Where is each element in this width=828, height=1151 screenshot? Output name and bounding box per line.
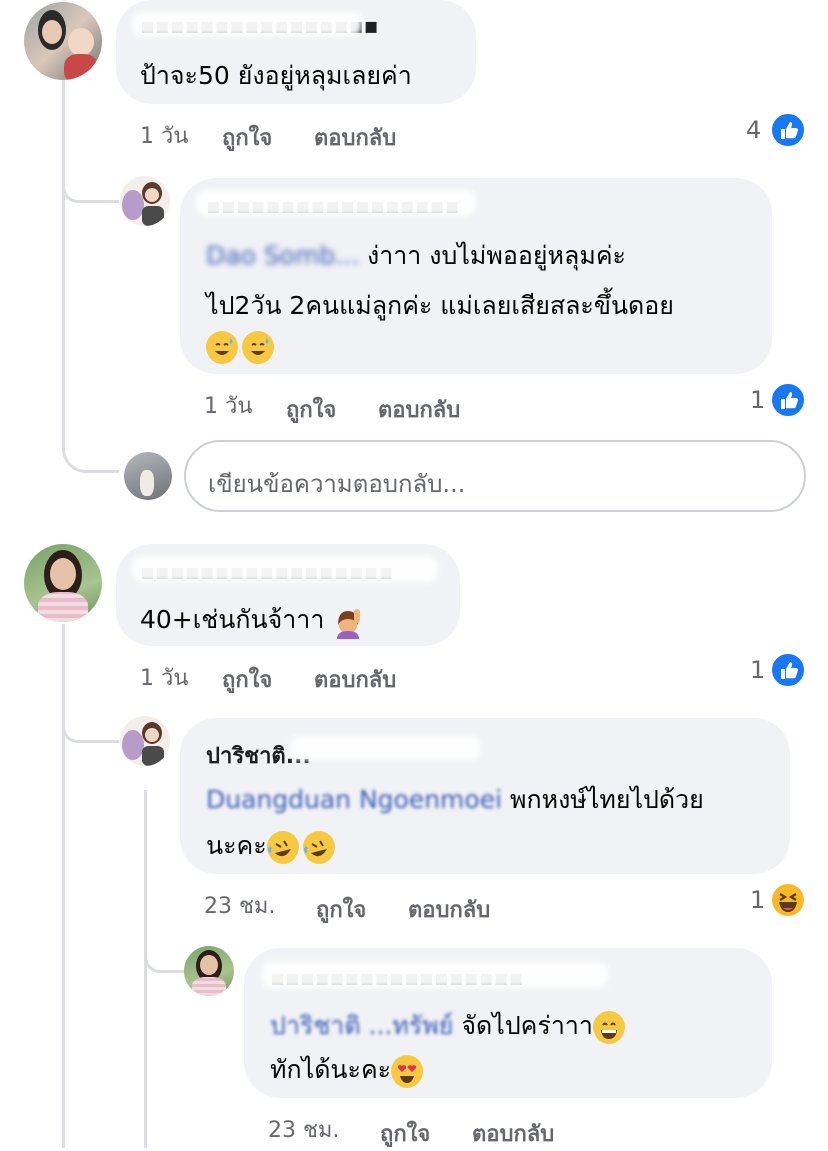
redacted-name	[262, 962, 608, 988]
comment-text: Dao Somb... ง่าาา งบไม่พออยู่หลุมค่ะ	[206, 241, 626, 270]
mention-link[interactable]: ปาริชาติ ...ทรัพย์	[270, 1011, 453, 1040]
emoji-text	[206, 320, 278, 372]
like-icon	[770, 382, 806, 418]
thread-curve	[62, 150, 119, 203]
redacted-name	[132, 556, 438, 582]
like-link[interactable]: ถูกใจ	[222, 662, 272, 697]
reply-link[interactable]: ตอบกลับ	[472, 1116, 554, 1151]
grin-emoji	[592, 1011, 625, 1044]
reply-link[interactable]: ตอบกลับ	[314, 662, 396, 697]
avatar[interactable]	[184, 946, 234, 996]
avatar[interactable]	[24, 2, 102, 80]
reaction-count[interactable]: 1	[750, 386, 765, 414]
rofl-emoji	[302, 831, 335, 864]
comment-text: นะคะ	[206, 820, 339, 872]
comment-text: ป้าจะ50 ยังอยู่หลุมเลยค่า	[140, 61, 412, 90]
reply-placeholder[interactable]: เขียนข้อความตอบกลับ...	[208, 464, 465, 503]
like-link[interactable]: ถูกใจ	[286, 392, 336, 427]
mention-link[interactable]: Duangduan Ngoenmoei	[206, 785, 502, 814]
redacted-name	[196, 190, 476, 216]
avatar[interactable]	[24, 544, 102, 622]
current-user-avatar	[124, 452, 172, 500]
comment-text: Duangduan Ngoenmoei พกหงษ์ไทยไปด้วย	[206, 785, 704, 814]
mention-link[interactable]: Dao Somb...	[206, 241, 359, 270]
haha-icon	[770, 882, 806, 918]
comment-text: 40+เช่นกันจ้าาา	[140, 594, 368, 646]
sweat-smile-emoji	[242, 331, 274, 364]
avatar[interactable]	[120, 176, 170, 226]
redacted-name	[132, 12, 362, 36]
comment-text: ทักได้นะคะ	[270, 1044, 427, 1096]
like-icon	[770, 112, 806, 148]
comment-time[interactable]: 23 ชม.	[268, 1112, 339, 1147]
like-icon	[770, 652, 806, 688]
reaction-count[interactable]: 1	[750, 656, 765, 684]
reply-link[interactable]: ตอบกลับ	[314, 120, 396, 155]
reaction-count[interactable]: 1	[750, 886, 765, 914]
like-link[interactable]: ถูกใจ	[380, 1116, 430, 1151]
rofl-emoji	[266, 831, 299, 864]
like-link[interactable]: ถูกใจ	[316, 892, 366, 927]
thread-line	[144, 790, 147, 1148]
raising-hand-emoji	[332, 605, 364, 639]
avatar[interactable]	[120, 716, 170, 766]
reply-link[interactable]: ตอบกลับ	[378, 392, 460, 427]
comment-time[interactable]: 1 วัน	[204, 388, 252, 423]
comment-time[interactable]: 1 วัน	[140, 118, 188, 153]
comment-time[interactable]: 1 วัน	[140, 660, 188, 695]
thread-curve	[62, 200, 119, 473]
like-link[interactable]: ถูกใจ	[222, 120, 272, 155]
redacted-name	[290, 736, 480, 760]
thread-curve	[62, 690, 119, 743]
comment-time[interactable]: 23 ชม.	[204, 888, 275, 923]
heart-eyes-emoji	[391, 1055, 424, 1088]
sweat-smile-emoji	[206, 331, 238, 364]
reply-link[interactable]: ตอบกลับ	[408, 892, 490, 927]
thread-curve	[144, 920, 187, 973]
reaction-count[interactable]: 4	[746, 116, 761, 144]
